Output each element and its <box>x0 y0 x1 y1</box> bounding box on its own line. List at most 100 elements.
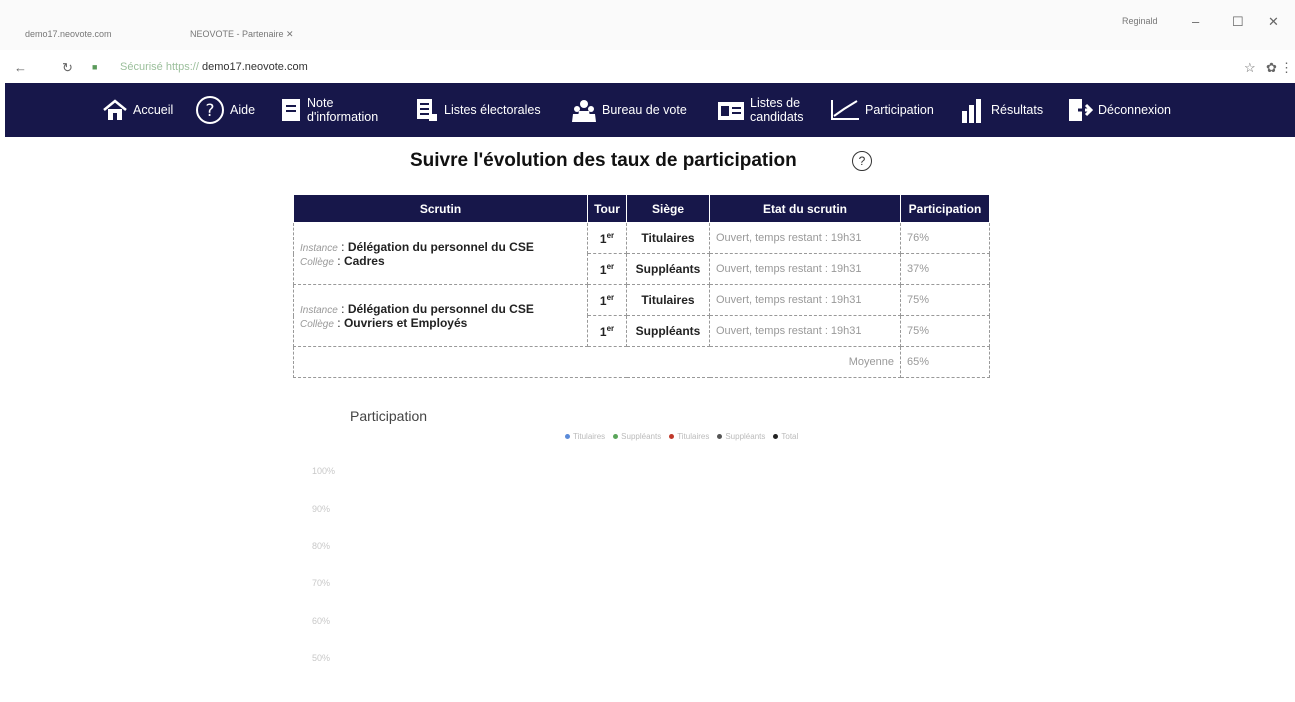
tab-title: demo17.neovote.com <box>25 29 112 39</box>
nav-label-line2: d'information <box>307 110 379 124</box>
nav-listes-electorales[interactable]: Listes électorales <box>415 83 541 137</box>
nav-aide[interactable]: ? Aide <box>195 83 255 137</box>
scrutin-cell: Instance : Délégation du personnel du CS… <box>293 222 588 285</box>
nav-bureau-de-vote[interactable]: Bureau de vote <box>571 83 687 137</box>
nav-label-line2: candidats <box>750 110 804 124</box>
people-icon <box>571 98 597 122</box>
col-header-siege: Siège <box>626 194 710 223</box>
nav-accueil[interactable]: Accueil <box>102 83 173 137</box>
tab-title: NEOVOTE - Partenaire <box>190 29 284 39</box>
col-header-participation: Participation <box>900 194 990 223</box>
col-header-scrutin: Scrutin <box>293 194 588 223</box>
help-icon[interactable]: ? <box>852 151 872 171</box>
nav-label: Déconnexion <box>1098 103 1171 117</box>
browser-tab-bar: demo17.neovote.com NEOVOTE - Partenaire … <box>0 0 1295 50</box>
instance-label: Instance <box>300 304 338 316</box>
extension-icon[interactable]: ✿ <box>1266 60 1277 76</box>
help-icon: ? <box>195 95 225 125</box>
id-card-icon <box>717 99 745 121</box>
lock-icon: ■ <box>92 62 98 72</box>
legend-dot <box>669 434 675 439</box>
legend-item[interactable]: Titulaires <box>669 432 709 441</box>
scrutin-table: Scrutin Tour Siège Etat du scrutin Parti… <box>293 194 990 378</box>
url-secure: Sécurisé <box>120 61 163 73</box>
maximize-icon[interactable]: ☐ <box>1232 14 1244 30</box>
address-bar: ← ↻ ■ Sécurisé https:// demo17.neovote.c… <box>0 52 1295 82</box>
back-arrow-icon[interactable]: ← <box>14 60 27 75</box>
y-tick-label: 60% <box>312 616 331 626</box>
y-tick-label: 50% <box>312 653 331 663</box>
col-header-tour: Tour <box>587 194 627 223</box>
nav-label: Résultats <box>991 103 1044 117</box>
participation-cell: 37% <box>900 253 990 285</box>
instance-label: Instance <box>300 242 338 254</box>
legend-dot <box>613 434 619 439</box>
menu-dots-icon[interactable]: ⋮ <box>1280 60 1293 76</box>
legend-item[interactable]: Suppléants <box>717 432 765 441</box>
nav-deconnexion[interactable]: Déconnexion <box>1067 83 1171 137</box>
legend-item[interactable]: Titulaires <box>565 432 605 441</box>
nav-label: Aide <box>230 103 256 117</box>
nav-label: Accueil <box>133 103 174 117</box>
page-title: Suivre l'évolution des taux de participa… <box>410 150 797 171</box>
nav-note[interactable]: Note d'information <box>280 83 378 137</box>
etat-cell: Ouvert, temps restant : 19h31 <box>709 222 901 254</box>
url-field[interactable]: Sécurisé https:// demo17.neovote.com <box>120 61 308 73</box>
etat-cell: Ouvert, temps restant : 19h31 <box>709 253 901 285</box>
y-tick-label: 90% <box>312 504 331 514</box>
home-icon <box>102 99 128 121</box>
siege-cell: Titulaires <box>626 222 710 254</box>
tour-cell: 1er <box>587 315 627 347</box>
legend-item[interactable]: Total <box>773 432 798 441</box>
college-value: Cadres <box>343 253 385 268</box>
average-label: Moyenne <box>293 346 901 378</box>
table-row: Instance : Délégation du personnel du CS… <box>293 284 990 347</box>
y-tick-label: 70% <box>312 578 331 588</box>
participation-cell: 75% <box>900 284 990 316</box>
list-icon <box>415 98 439 122</box>
etat-cell: Ouvert, temps restant : 19h31 <box>709 315 901 347</box>
college-label: Collège <box>300 256 334 268</box>
participation-cell: 75% <box>900 315 990 347</box>
browser-tab[interactable]: demo17.neovote.com <box>25 29 112 39</box>
instance-value: Délégation du personnel du CSE <box>347 301 534 316</box>
participation-cell: 76% <box>900 222 990 254</box>
nav-label-line1: Note <box>307 96 334 110</box>
nav-participation[interactable]: Participation <box>830 83 934 137</box>
nav-label-line1: Listes de <box>750 96 801 110</box>
chart-title: Participation <box>350 408 428 424</box>
close-icon[interactable]: ✕ <box>286 29 294 39</box>
legend-dot <box>565 434 570 439</box>
legend-dot <box>773 434 779 439</box>
minimize-icon[interactable]: – <box>1192 14 1199 29</box>
tour-cell: 1er <box>587 253 627 285</box>
siege-cell: Suppléants <box>626 253 710 285</box>
legend-dot <box>717 434 723 439</box>
nav-label: Participation <box>865 103 934 117</box>
instance-value: Délégation du personnel du CSE <box>347 239 534 254</box>
reload-icon[interactable]: ↻ <box>62 60 73 76</box>
siege-cell: Titulaires <box>626 284 710 316</box>
col-header-etat: Etat du scrutin <box>709 194 901 223</box>
chart-legend: Titulaires Suppléants Titulaires Suppléa… <box>565 432 798 441</box>
siege-cell: Suppléants <box>626 315 710 347</box>
average-row: Moyenne 65% <box>293 346 990 378</box>
tour-cell: 1er <box>587 222 627 254</box>
line-chart-icon <box>830 99 860 121</box>
college-label: Collège <box>300 318 334 330</box>
legend-item[interactable]: Suppléants <box>613 432 661 441</box>
window-user: Reginald <box>1122 16 1158 26</box>
url-host: demo17.neovote.com <box>201 61 308 73</box>
document-icon <box>280 98 302 122</box>
nav-label: Listes électorales <box>444 103 541 117</box>
browser-tab-active[interactable]: NEOVOTE - Partenaire ✕ <box>190 29 294 40</box>
scrutin-cell: Instance : Délégation du personnel du CS… <box>293 284 588 347</box>
etat-cell: Ouvert, temps restant : 19h31 <box>709 284 901 316</box>
bar-chart-icon <box>960 97 986 123</box>
close-window-icon[interactable]: ✕ <box>1268 14 1279 30</box>
college-value: Ouvriers et Employés <box>343 315 468 330</box>
star-icon[interactable]: ☆ <box>1244 60 1256 76</box>
tour-cell: 1er <box>587 284 627 316</box>
nav-listes-candidats[interactable]: Listes de candidats <box>717 83 804 137</box>
nav-resultats[interactable]: Résultats <box>960 83 1043 137</box>
